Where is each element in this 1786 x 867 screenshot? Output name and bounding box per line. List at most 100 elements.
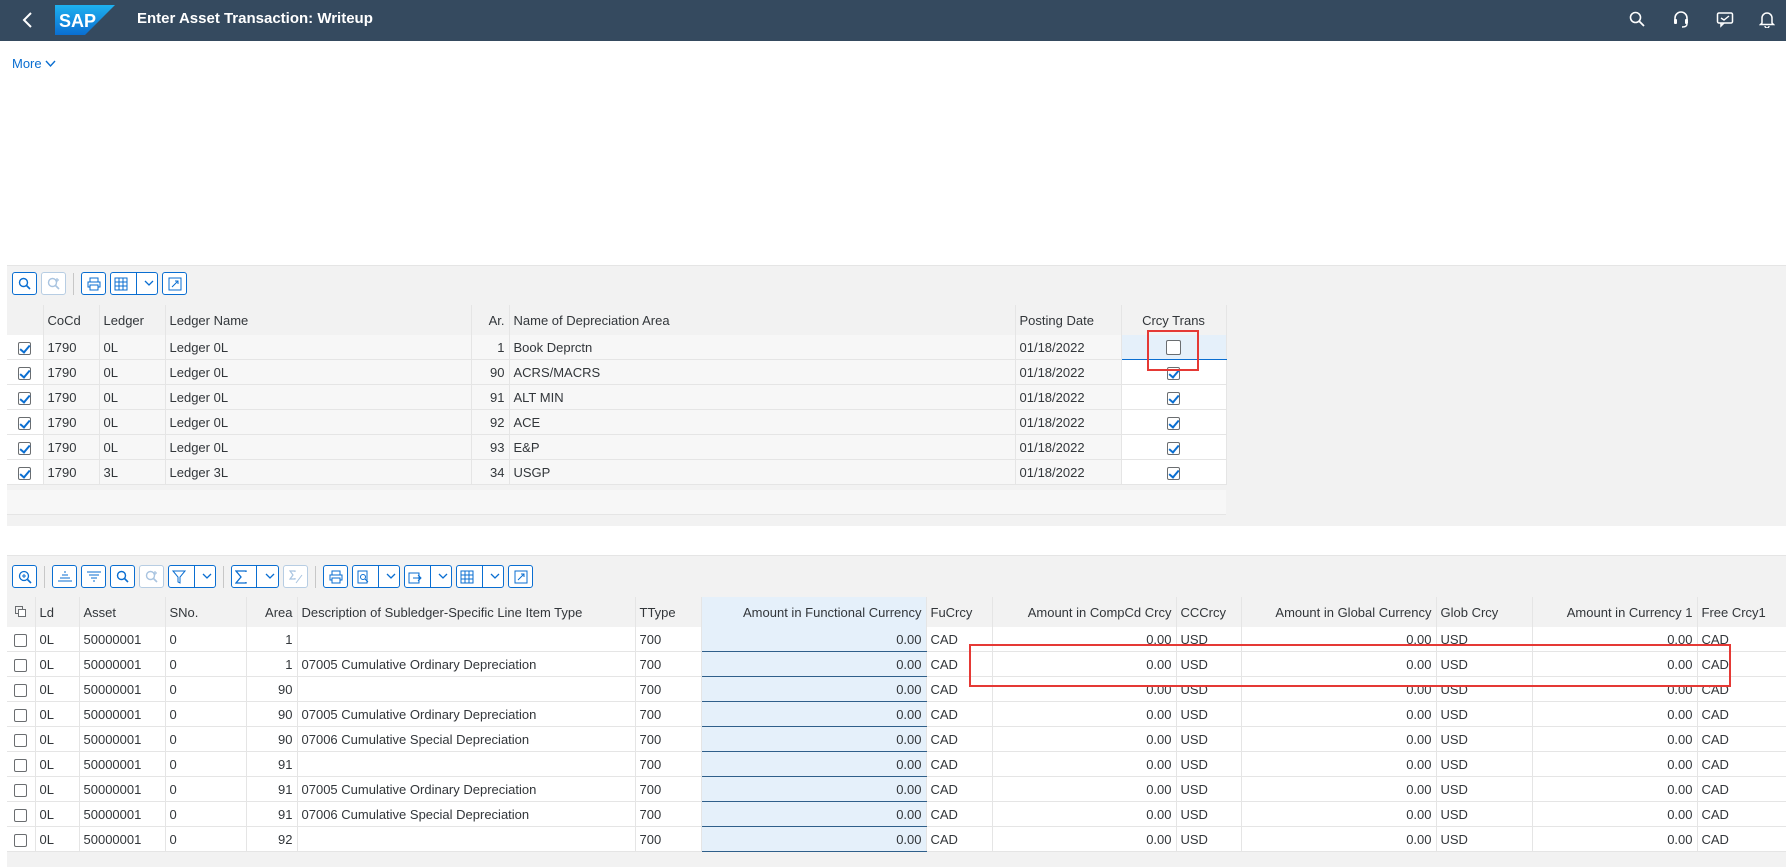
row-select-checkbox[interactable] [7, 726, 36, 752]
sort-descending-button[interactable] [81, 565, 106, 588]
column-header-cccrcy[interactable]: CCCrcy [1176, 597, 1242, 627]
column-header-posting-date[interactable]: Posting Date [1015, 305, 1122, 335]
column-header-ld[interactable]: Ld [35, 597, 80, 627]
amount-functional-input[interactable]: 0.00 [701, 651, 927, 677]
amount-global-input[interactable]: 0.00 [1241, 776, 1437, 802]
amount-functional-input[interactable]: 0.00 [701, 801, 927, 827]
column-header-ttype[interactable]: TType [635, 597, 702, 627]
amount-compcd-input[interactable]: 0.00 [992, 776, 1177, 802]
column-header-amount-functional[interactable]: Amount in Functional Currency [701, 597, 927, 627]
table1-row[interactable]: 1790 0L Ledger 0L 90 ACRS/MACRS 01/18/2022 [7, 359, 1227, 385]
row-select-checkbox[interactable] [7, 751, 36, 777]
line-item-row[interactable]: 0L 50000001 0 90 07005 Cumulative Ordinary D… [7, 701, 1786, 727]
column-header-ledger-name[interactable]: Ledger Name [165, 305, 472, 335]
amount-compcd-input[interactable]: 0.00 [992, 701, 1177, 727]
column-header-amount-compcd[interactable]: Amount in CompCd Crcy [992, 597, 1177, 627]
amount-global-input[interactable]: 0.00 [1241, 726, 1437, 752]
crcy-trans-checkbox[interactable] [1121, 434, 1227, 460]
find-button-2[interactable] [110, 565, 135, 588]
line-item-row[interactable]: 0L 50000001 0 91 07006 Cumulative Special De… [7, 801, 1786, 827]
layout-menu-button[interactable] [110, 272, 158, 295]
table1-row[interactable]: 1790 0L Ledger 0L 92 ACE 01/18/2022 [7, 409, 1227, 435]
row-select-checkbox[interactable] [7, 676, 36, 702]
sort-ascending-button[interactable] [52, 565, 77, 588]
export-menu-button[interactable] [404, 565, 452, 588]
print-button[interactable] [81, 272, 106, 295]
amount-currency1-input[interactable]: 0.00 [1532, 701, 1698, 727]
crcy-trans-checkbox[interactable] [1121, 409, 1227, 435]
column-header-sno[interactable]: SNo. [165, 597, 247, 627]
column-header-area[interactable]: Area [246, 597, 298, 627]
layout-menu-button-2[interactable] [456, 565, 504, 588]
amount-compcd-input[interactable]: 0.00 [992, 751, 1177, 777]
back-icon[interactable] [16, 8, 40, 32]
row-select-checkbox[interactable] [7, 651, 36, 677]
sap-logo[interactable]: SAP [55, 5, 115, 35]
row-select-checkbox[interactable] [7, 627, 36, 652]
amount-functional-input[interactable]: 0.00 [701, 676, 927, 702]
amount-currency1-input[interactable]: 0.00 [1532, 726, 1698, 752]
row-select-checkbox[interactable] [7, 459, 44, 485]
column-header-asset[interactable]: Asset [79, 597, 166, 627]
row-select-checkbox[interactable] [7, 434, 44, 460]
table1-row[interactable]: 1790 3L Ledger 3L 34 USGP 01/18/2022 [7, 459, 1227, 485]
row-select-checkbox[interactable] [7, 335, 44, 360]
find-button[interactable] [12, 272, 37, 295]
column-header-glob-crcy[interactable]: Glob Crcy [1436, 597, 1533, 627]
amount-currency1-input[interactable]: 0.00 [1532, 801, 1698, 827]
column-header-amount-global[interactable]: Amount in Global Currency [1241, 597, 1437, 627]
column-header-description[interactable]: Description of Subledger-Specific Line I… [297, 597, 636, 627]
amount-functional-input[interactable]: 0.00 [701, 776, 927, 802]
column-header-amount-currency1[interactable]: Amount in Currency 1 [1532, 597, 1698, 627]
amount-global-input[interactable]: 0.00 [1241, 701, 1437, 727]
amount-functional-input[interactable]: 0.00 [701, 627, 927, 652]
table1-row[interactable]: 1790 0L Ledger 0L 93 E&P 01/18/2022 [7, 434, 1227, 460]
line-item-row[interactable]: 0L 50000001 0 90 07006 Cumulative Special De… [7, 726, 1786, 752]
print-button-2[interactable] [323, 565, 348, 588]
filter-menu-button[interactable] [168, 565, 216, 588]
search-icon[interactable] [1626, 8, 1648, 30]
row-select-checkbox[interactable] [7, 776, 36, 802]
select-all-header[interactable] [7, 597, 36, 627]
table1-row[interactable]: 1790 0L Ledger 0L 91 ALT MIN 01/18/2022 [7, 384, 1227, 410]
more-menu-button[interactable]: More [12, 56, 56, 71]
line-item-row[interactable]: 0L 50000001 0 91 07005 Cumulative Ordinary D… [7, 776, 1786, 802]
column-header-area-name[interactable]: Name of Depreciation Area [509, 305, 1016, 335]
amount-functional-input[interactable]: 0.00 [701, 826, 927, 852]
amount-compcd-input[interactable]: 0.00 [992, 801, 1177, 827]
amount-functional-input[interactable]: 0.00 [701, 701, 927, 727]
fullscreen-button-2[interactable] [508, 565, 533, 588]
row-select-checkbox[interactable] [7, 701, 36, 727]
crcy-trans-checkbox[interactable] [1121, 459, 1227, 485]
amount-currency1-input[interactable]: 0.00 [1532, 751, 1698, 777]
column-header-free-crcy1[interactable]: Free Crcy1 [1697, 597, 1786, 627]
fullscreen-button[interactable] [162, 272, 187, 295]
amount-global-input[interactable]: 0.00 [1241, 801, 1437, 827]
find-next-button-2[interactable] [139, 565, 164, 588]
column-header-ledger[interactable]: Ledger [99, 305, 166, 335]
line-item-row[interactable]: 0L 50000001 0 92 700 0.00 CAD 0.00 USD 0.00 USD 0.0… [7, 826, 1786, 852]
amount-currency1-input[interactable]: 0.00 [1532, 776, 1698, 802]
amount-functional-input[interactable]: 0.00 [701, 726, 927, 752]
amount-global-input[interactable]: 0.00 [1241, 751, 1437, 777]
total-menu-button[interactable] [231, 565, 279, 588]
row-select-checkbox[interactable] [7, 801, 36, 827]
amount-functional-input[interactable]: 0.00 [701, 751, 927, 777]
row-select-checkbox[interactable] [7, 409, 44, 435]
details-button[interactable] [12, 565, 37, 588]
crcy-trans-checkbox[interactable] [1121, 384, 1227, 410]
feedback-icon[interactable] [1714, 8, 1736, 30]
view-menu-button[interactable] [352, 565, 400, 588]
column-header-fucrcy[interactable]: FuCrcy [926, 597, 993, 627]
row-select-checkbox[interactable] [7, 359, 44, 385]
column-header-area[interactable]: Ar. [471, 305, 510, 335]
line-item-row[interactable]: 0L 50000001 0 91 700 0.00 CAD 0.00 USD 0.00 USD 0.0… [7, 751, 1786, 777]
find-next-button[interactable] [41, 272, 66, 295]
amount-compcd-input[interactable]: 0.00 [992, 726, 1177, 752]
table1-row[interactable]: 1790 0L Ledger 0L 1 Book Deprctn 01/18/2022 [7, 335, 1227, 360]
select-all-header[interactable] [7, 305, 44, 335]
row-select-checkbox[interactable] [7, 384, 44, 410]
amount-compcd-input[interactable]: 0.00 [992, 826, 1177, 852]
headset-icon[interactable] [1670, 8, 1692, 30]
row-select-checkbox[interactable] [7, 826, 36, 852]
